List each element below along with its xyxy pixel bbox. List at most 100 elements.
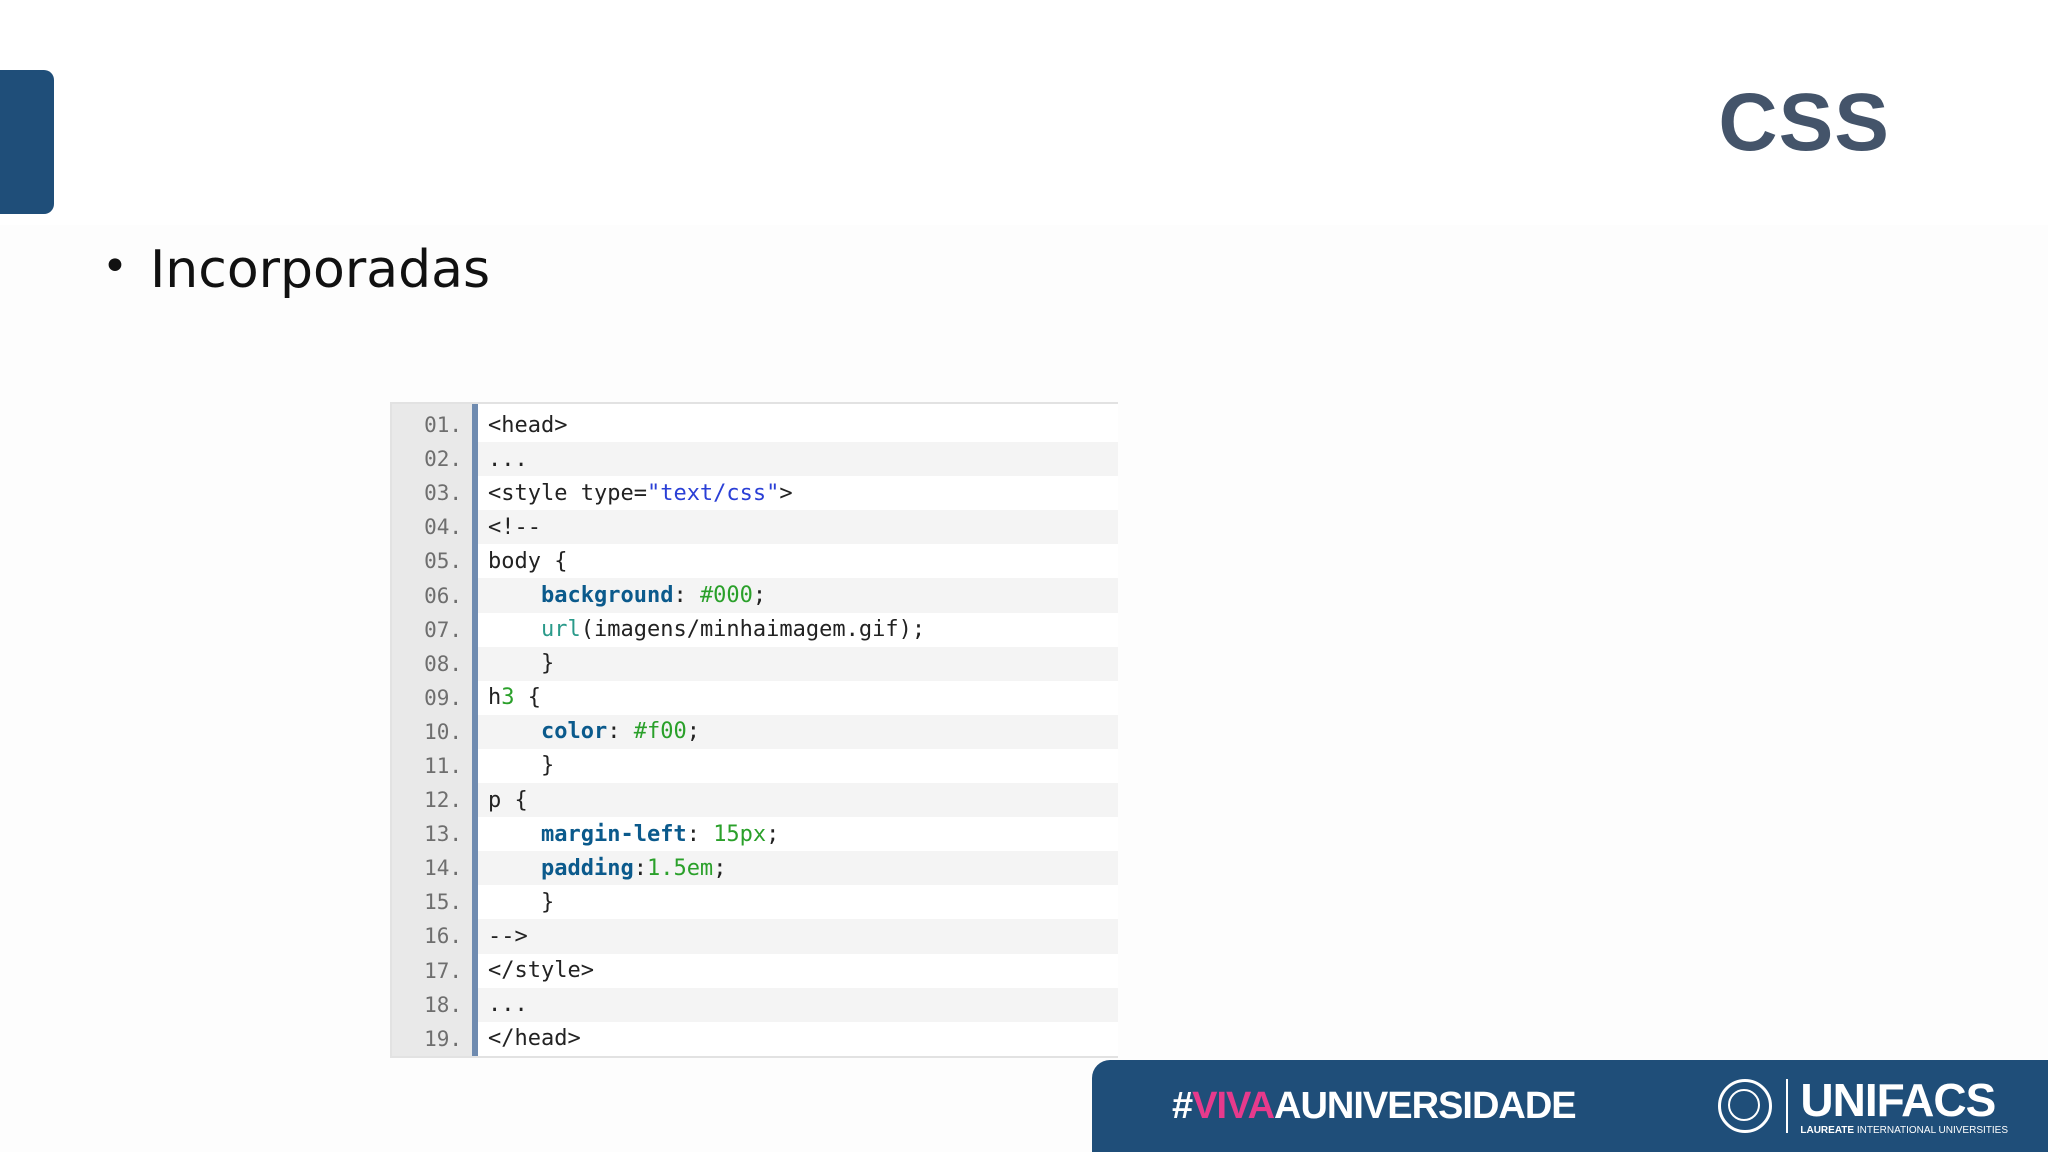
code-line-background: [478, 681, 1118, 715]
code-text: -->: [488, 919, 528, 953]
code-token: ;: [713, 855, 727, 881]
code-token: body {: [488, 548, 568, 574]
logo-text: UNIFACS LAUREATE INTERNATIONAL UNIVERSIT…: [1800, 1077, 2008, 1136]
code-line-background: [478, 749, 1118, 783]
code-text: padding:1.5em;: [488, 851, 726, 885]
line-number: 09.: [424, 685, 462, 710]
code-line: 18....: [392, 987, 1118, 1022]
code-token: </head>: [488, 1026, 581, 1052]
code-text: p {: [488, 783, 528, 817]
code-line: 06. background: #000;: [392, 578, 1118, 613]
code-line: 17. </style>: [392, 954, 1118, 988]
code-text: ...: [488, 988, 528, 1022]
code-token: margin-left: [540, 821, 687, 847]
code-token: ;: [752, 583, 767, 609]
code-token: {: [514, 685, 541, 711]
code-text: }: [488, 885, 554, 919]
logo-sub-bold: LAUREATE: [1800, 1124, 1855, 1136]
code-text: }: [488, 749, 554, 783]
accent-bar: [0, 70, 54, 214]
code-text: url (imagens/minhaimagem.gif);: [488, 613, 925, 647]
code-line: 03. <style type= "text/css" >: [392, 476, 1118, 510]
code-token: <style type=: [488, 480, 647, 506]
code-token: (imagens/minhaimagem.gif);: [580, 617, 926, 643]
logo-sub-rest: INTERNATIONAL UNIVERSITIES: [1854, 1124, 2008, 1136]
line-number: 04.: [424, 515, 462, 540]
code-token: <head>: [488, 412, 568, 438]
line-number: 13.: [424, 822, 462, 847]
code-line: 16. -->: [392, 919, 1118, 954]
code-token: padding: [540, 855, 634, 881]
line-number: 10.: [424, 719, 462, 744]
logo-subtitle: LAUREATE INTERNATIONAL UNIVERSITIES: [1800, 1124, 2008, 1136]
code-line: 15. }: [392, 885, 1118, 919]
code-token: }: [488, 651, 555, 677]
university-seal-icon: [1718, 1079, 1773, 1133]
line-number: 15.: [424, 890, 462, 915]
line-number: 03.: [424, 481, 462, 506]
code-listing: 01. <head> 02.... 03. <style type= "text/css"…: [390, 402, 1118, 1058]
line-number: 16.: [424, 924, 462, 949]
code-line: 10. color: #f00;: [392, 714, 1118, 749]
code-line: 05. body {: [392, 544, 1118, 578]
bullet-text: Incorporadas: [149, 240, 491, 300]
slide-title: CSS: [1718, 77, 1890, 168]
code-line: 14. padding:1.5em;: [392, 851, 1118, 886]
hashtag-viva: VIVA: [1192, 1084, 1275, 1127]
bullet-dot-icon: •: [102, 240, 128, 292]
code-line: 08. }: [392, 646, 1118, 681]
line-number: 06.: [424, 583, 462, 608]
code-token: :: [673, 583, 700, 609]
code-token: background: [540, 583, 674, 609]
code-text: <!--: [488, 510, 541, 544]
code-token: :: [607, 719, 634, 745]
code-token: ;: [686, 719, 700, 745]
code-line-background: [478, 544, 1118, 578]
code-token: }: [488, 753, 555, 779]
code-token: :: [633, 855, 647, 881]
footer-banner: # VIVA AUNIVERSIDADE UNIFACS LAUREATE INTE…: [1092, 1060, 2048, 1152]
code-token: :: [686, 821, 714, 847]
code-token: >: [779, 480, 793, 506]
code-token: ...: [488, 446, 528, 472]
code-line-background: [478, 510, 1118, 545]
footer-hashtag: # VIVA AUNIVERSIDADE: [1172, 1060, 1577, 1152]
line-number: 08.: [424, 651, 462, 676]
code-token: url: [540, 617, 581, 643]
code-token: }: [488, 889, 555, 915]
slide: CSS • Incorporadas 01. <head> 02.... 03. <st…: [0, 0, 2048, 1152]
code-token: 15px: [713, 821, 767, 847]
code-line: 09. h 3 {: [392, 681, 1118, 715]
line-number: 19.: [424, 1026, 462, 1051]
code-line: 19. </head>: [392, 1022, 1118, 1056]
code-line: 11. }: [392, 749, 1118, 783]
line-number: 02.: [424, 447, 462, 472]
code-text: </style>: [488, 954, 594, 988]
code-line: 01. <head>: [392, 408, 1118, 442]
code-text: h3 {: [488, 681, 541, 715]
code-line: 04. <!--: [392, 510, 1118, 545]
line-number: 01.: [424, 413, 462, 438]
code-token: <!--: [488, 514, 541, 540]
code-text: margin-left: 15px;: [488, 817, 779, 851]
code-line-background: [478, 408, 1118, 442]
code-text: <head>: [488, 408, 567, 442]
code-token: ;: [766, 821, 780, 847]
line-number: 14.: [424, 856, 462, 881]
code-token: ...: [488, 992, 528, 1018]
code-text: background: #000;: [488, 578, 766, 612]
code-token: #f00: [633, 719, 687, 745]
code-line-background: [478, 646, 1118, 681]
code-token: color: [540, 719, 608, 745]
code-token: 1.5em: [646, 855, 714, 881]
code-line-background: [478, 987, 1118, 1022]
code-text: <style type= "text/css" >: [488, 476, 793, 510]
logo-divider: [1786, 1079, 1789, 1133]
code-line: 07. url (imagens/minhaimagem.gif);: [392, 613, 1118, 647]
line-number: 11.: [424, 753, 462, 778]
